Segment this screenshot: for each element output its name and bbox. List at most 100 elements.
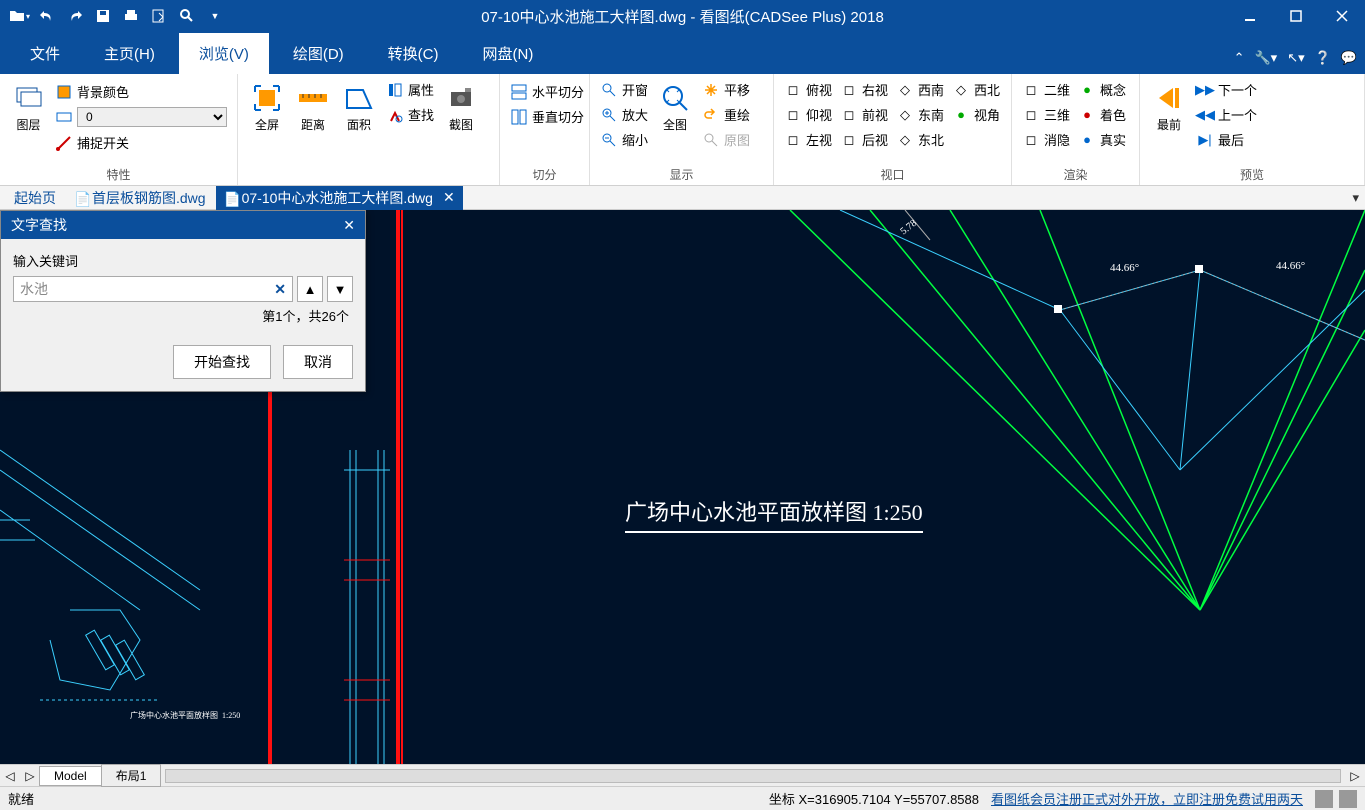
fullscreen-button[interactable]: 全屏 bbox=[244, 78, 290, 137]
group-label-props: 特性 bbox=[6, 164, 231, 185]
crop-button[interactable]: 截图 bbox=[438, 78, 484, 137]
close-button[interactable] bbox=[1319, 0, 1365, 32]
find-input-label: 输入关键词 bbox=[13, 251, 353, 270]
snap-button[interactable]: 捕捉开关 bbox=[51, 131, 231, 154]
group-label-display: 显示 bbox=[596, 164, 767, 185]
next-button[interactable]: ▶▶下一个 bbox=[1192, 78, 1261, 101]
bottom-button[interactable]: ◻仰视 bbox=[780, 103, 836, 126]
ne-button[interactable]: ◇东北 bbox=[892, 128, 948, 151]
status-icon-1[interactable] bbox=[1315, 790, 1333, 808]
dwg-icon: 📄 bbox=[224, 191, 238, 205]
shade-button[interactable]: ●着色 bbox=[1074, 103, 1130, 126]
real-button[interactable]: ●真实 bbox=[1074, 128, 1130, 151]
doctab-2[interactable]: 📄07-10中心水池施工大样图.dwg✕ bbox=[216, 186, 463, 210]
doctab-start[interactable]: 起始页 bbox=[6, 186, 64, 210]
dim-label-3: 44.66° bbox=[1276, 260, 1305, 272]
area-button[interactable]: 面积 bbox=[336, 78, 382, 137]
drawing-canvas[interactable]: 广场中心水池平面放样图 1:250 5.78 44.66° 44.66° 广场中… bbox=[0, 210, 1365, 764]
redraw-button[interactable]: 重绘 bbox=[698, 103, 754, 126]
doctabs-expand-icon[interactable]: ▾ bbox=[1352, 190, 1359, 206]
ribbon: 图层 背景颜色 0 捕捉开关 特性 全屏 距离 面积 属性 查找 截图 水平 bbox=[0, 74, 1365, 186]
find-prev-button[interactable]: ▲ bbox=[297, 276, 323, 302]
zoomout-button[interactable]: 缩小 bbox=[596, 128, 652, 151]
tab-home[interactable]: 主页(H) bbox=[84, 33, 175, 74]
openwin-button[interactable]: 开窗 bbox=[596, 78, 652, 101]
export-icon[interactable] bbox=[146, 4, 172, 28]
clear-input-icon[interactable]: ✕ bbox=[274, 281, 286, 298]
layout-tab-model[interactable]: Model bbox=[39, 766, 102, 786]
layer-button[interactable]: 图层 bbox=[6, 78, 51, 137]
sw-button[interactable]: ◇西南 bbox=[892, 78, 948, 101]
fullview-button[interactable]: 全图 bbox=[652, 78, 698, 137]
redo-icon[interactable] bbox=[62, 4, 88, 28]
save-icon[interactable] bbox=[90, 4, 116, 28]
group-label-render: 渲染 bbox=[1018, 164, 1133, 185]
tab-draw[interactable]: 绘图(D) bbox=[273, 33, 364, 74]
doctab-1[interactable]: 📄首层板钢筋图.dwg bbox=[66, 186, 214, 210]
props-button[interactable]: 属性 bbox=[382, 78, 438, 101]
status-icon-2[interactable] bbox=[1339, 790, 1357, 808]
qat-dropdown-icon[interactable]: ▼ bbox=[202, 4, 228, 28]
undo-icon[interactable] bbox=[34, 4, 60, 28]
maximize-button[interactable] bbox=[1273, 0, 1319, 32]
minimize-button[interactable] bbox=[1227, 0, 1273, 32]
right-button[interactable]: ◻右视 bbox=[836, 78, 892, 101]
back-button[interactable]: ◻后视 bbox=[836, 128, 892, 151]
wrench-icon[interactable]: 🔧▾ bbox=[1254, 50, 1277, 66]
recent-button[interactable]: 最前 bbox=[1146, 78, 1192, 137]
find-input[interactable]: 水池 ✕ bbox=[13, 276, 293, 302]
status-ready: 就绪 bbox=[8, 789, 34, 808]
group-label-preview: 预览 bbox=[1146, 164, 1358, 185]
title-bar: ▾ ▼ 07-10中心水池施工大样图.dwg - 看图纸(CADSee Plus… bbox=[0, 0, 1365, 32]
distance-button[interactable]: 距离 bbox=[290, 78, 336, 137]
vsplit-button[interactable]: 垂直切分 bbox=[506, 105, 588, 128]
cancel-find-button[interactable]: 取消 bbox=[283, 345, 353, 379]
tab-netdisk[interactable]: 网盘(N) bbox=[463, 33, 554, 74]
orig-button[interactable]: 原图 bbox=[698, 128, 754, 151]
zoomin-button[interactable]: 放大 bbox=[596, 103, 652, 126]
tab-file[interactable]: 文件 bbox=[10, 33, 80, 74]
viewangle-button[interactable]: ●视角 bbox=[948, 103, 1004, 126]
concept-button[interactable]: ●概念 bbox=[1074, 78, 1130, 101]
start-find-button[interactable]: 开始查找 bbox=[173, 345, 271, 379]
find-button[interactable]: 查找 bbox=[382, 103, 438, 126]
layout-scroll-right-icon[interactable]: ▷ bbox=[20, 769, 40, 783]
open-icon[interactable]: ▾ bbox=[6, 4, 32, 28]
layout-tabs: ◁ ▷ Model 布局1 ▷ bbox=[0, 764, 1365, 786]
se-button[interactable]: ◇东南 bbox=[892, 103, 948, 126]
close-tab-icon[interactable]: ✕ bbox=[443, 189, 455, 206]
help-icon[interactable]: ❔ bbox=[1315, 50, 1331, 66]
hide-button[interactable]: ◻消隐 bbox=[1018, 128, 1074, 151]
collapse-ribbon-icon[interactable]: ⌃ bbox=[1234, 50, 1245, 66]
find-dialog-title-bar[interactable]: 文字查找 ✕ bbox=[1, 211, 365, 239]
layout-tab-1[interactable]: 布局1 bbox=[101, 764, 162, 787]
last-button[interactable]: ▶|最后 bbox=[1192, 128, 1261, 151]
hsplit-button[interactable]: 水平切分 bbox=[506, 80, 588, 103]
dim-label-2: 44.66° bbox=[1110, 262, 1139, 274]
find-qat-icon[interactable] bbox=[174, 4, 200, 28]
tab-browse[interactable]: 浏览(V) bbox=[179, 33, 269, 74]
3d-button[interactable]: ◻三维 bbox=[1018, 103, 1074, 126]
hscroll-right-icon[interactable]: ▷ bbox=[1345, 769, 1365, 783]
print-icon[interactable] bbox=[118, 4, 144, 28]
group-label-split: 切分 bbox=[506, 164, 583, 185]
top-button[interactable]: ◻俯视 bbox=[780, 78, 836, 101]
nw-button[interactable]: ◇西北 bbox=[948, 78, 1004, 101]
info-icon[interactable]: 💬 bbox=[1341, 50, 1357, 66]
2d-button[interactable]: ◻二维 bbox=[1018, 78, 1074, 101]
close-dialog-icon[interactable]: ✕ bbox=[343, 217, 355, 234]
find-next-button[interactable]: ▼ bbox=[327, 276, 353, 302]
horizontal-scrollbar[interactable] bbox=[165, 769, 1341, 783]
left-button[interactable]: ◻左视 bbox=[780, 128, 836, 151]
status-promo-link[interactable]: 看图纸会员注册正式对外开放，立即注册免费试用两天 bbox=[991, 789, 1303, 808]
find-dialog: 文字查找 ✕ 输入关键词 水池 ✕ ▲ ▼ 第1个，共26个 开始查找 取消 bbox=[0, 210, 366, 392]
layer-select[interactable]: 0 bbox=[77, 107, 227, 127]
prev-button[interactable]: ◀◀上一个 bbox=[1192, 103, 1261, 126]
quick-access-toolbar: ▾ ▼ bbox=[0, 4, 228, 28]
pan-button[interactable]: 平移 bbox=[698, 78, 754, 101]
front-button[interactable]: ◻前视 bbox=[836, 103, 892, 126]
bgcolor-button[interactable]: 背景颜色 bbox=[51, 80, 231, 103]
tab-convert[interactable]: 转换(C) bbox=[368, 33, 459, 74]
cursor-icon[interactable]: ↖▾ bbox=[1287, 50, 1304, 66]
layout-scroll-left-icon[interactable]: ◁ bbox=[0, 769, 20, 783]
